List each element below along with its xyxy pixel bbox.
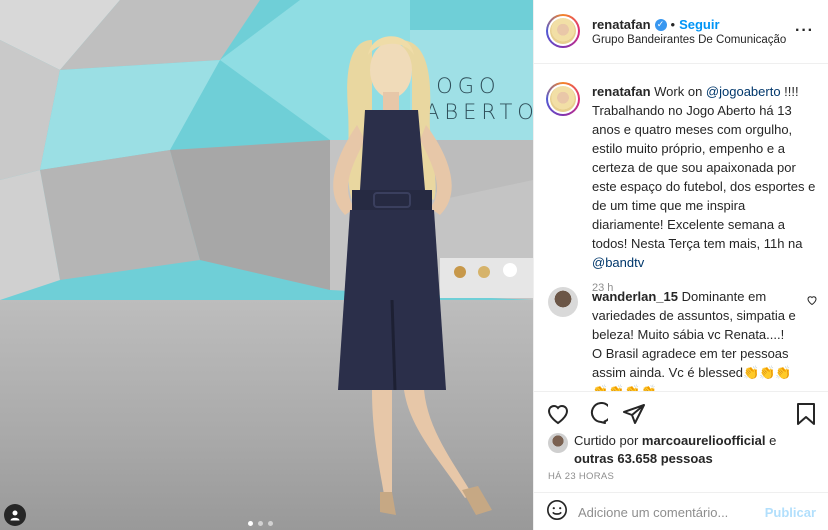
post-location[interactable]: Grupo Bandeirantes De Comunicação: [592, 34, 786, 46]
carousel-dot[interactable]: [248, 521, 253, 526]
liked-by-user[interactable]: marcoaurelioofficial: [642, 433, 766, 448]
comment-input[interactable]: [578, 504, 765, 520]
add-comment-bar: Publicar: [534, 492, 828, 530]
carousel-dot[interactable]: [258, 521, 263, 526]
likes-count-link[interactable]: outras 63.658 pessoas: [574, 451, 713, 466]
comments-section[interactable]: renatafan Work on @jogoaberto !!!! Traba…: [534, 64, 828, 391]
commenter-username[interactable]: wanderlan_15: [592, 289, 678, 304]
follow-button[interactable]: Seguir: [679, 17, 719, 32]
carousel-indicator: [248, 521, 273, 526]
caption-author-avatar[interactable]: [546, 82, 580, 116]
post-caption: renatafan Work on @jogoaberto !!!! Traba…: [546, 82, 816, 294]
publish-button[interactable]: Publicar: [765, 505, 816, 520]
like-heart-icon[interactable]: [546, 402, 570, 426]
mention-link[interactable]: @bandtv: [592, 255, 644, 270]
author-avatar[interactable]: [546, 14, 580, 48]
liked-by-and: e: [765, 433, 777, 448]
comment-item: wanderlan_15 Dominante em variedades de …: [546, 287, 818, 391]
person-icon: [10, 510, 20, 521]
like-comment-heart-icon[interactable]: [806, 293, 818, 311]
caption-text-part: !!!! Trabalhando no Jogo Aberto há 13 an…: [592, 84, 816, 251]
verified-badge-icon: ✓: [654, 18, 667, 31]
liked-by-prefix: Curtido por: [574, 433, 642, 448]
user-tag-button[interactable]: [4, 504, 26, 526]
mention-link[interactable]: @jogoaberto: [706, 84, 781, 99]
post-side-panel: renatafan ✓ • Seguir Grupo Bandeirantes …: [533, 0, 828, 530]
commenter-avatar[interactable]: [548, 287, 578, 317]
carousel-dot[interactable]: [268, 521, 273, 526]
more-options-icon[interactable]: ···: [795, 22, 814, 40]
share-send-icon[interactable]: [622, 402, 646, 426]
save-bookmark-icon[interactable]: [794, 402, 818, 426]
post-photo[interactable]: JOGO ABERTO: [0, 0, 533, 530]
presenter-figure: [333, 36, 492, 515]
likes-summary: Curtido por marcoaurelioofficial e outras…: [548, 432, 776, 468]
post-actions: Curtido por marcoaurelioofficial e outras…: [534, 391, 828, 530]
author-username[interactable]: renatafan: [592, 17, 651, 32]
post-header: renatafan ✓ • Seguir Grupo Bandeirantes …: [534, 0, 828, 64]
comment-bubble-icon[interactable]: [584, 402, 608, 426]
separator-dot: •: [670, 17, 676, 32]
post-timestamp[interactable]: HÁ 23 HORAS: [548, 471, 614, 482]
caption-username[interactable]: renatafan: [592, 84, 651, 99]
caption-text-part: Work on: [650, 84, 706, 99]
liker-avatar[interactable]: [548, 433, 568, 453]
emoji-smiley-icon[interactable]: [546, 499, 568, 526]
